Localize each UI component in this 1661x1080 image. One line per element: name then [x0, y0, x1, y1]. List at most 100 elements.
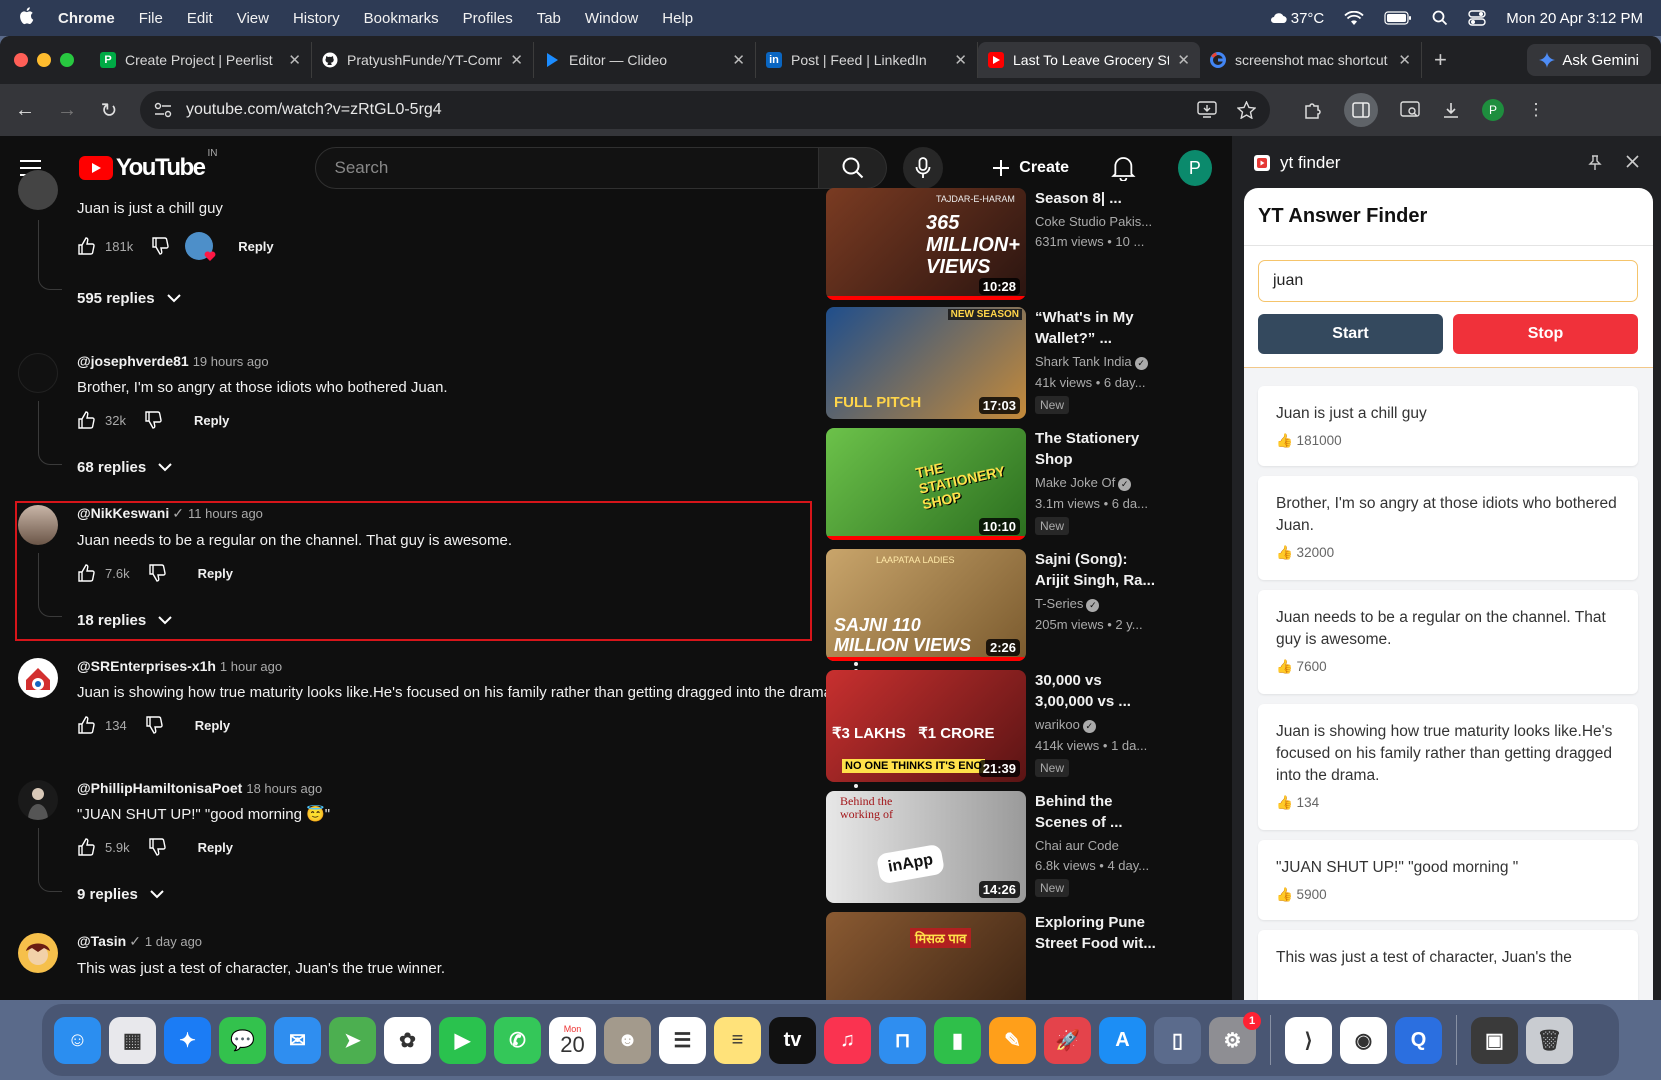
dock-launchpad-icon[interactable]: ▦	[109, 1016, 156, 1064]
like-thumb-icon[interactable]	[77, 411, 95, 429]
related-video[interactable]: TAJDAR-E-HARAM 365 MILLION+ VIEWS 10:28 …	[826, 188, 1166, 300]
menu-window[interactable]: Window	[585, 10, 638, 27]
dock-finder-icon[interactable]: ☺	[54, 1016, 101, 1064]
menu-clock[interactable]: Mon 20 Apr 3:12 PM	[1506, 10, 1643, 27]
dock-reminders-icon[interactable]: ☰	[659, 1016, 706, 1064]
video-title[interactable]: The Stationery Shop	[1035, 428, 1163, 470]
tab-github[interactable]: PratyushFunde/YT-Comments ✕	[312, 42, 534, 78]
menu-help[interactable]: Help	[662, 10, 693, 27]
close-tab-icon[interactable]: ✕	[288, 51, 301, 69]
site-settings-icon[interactable]	[154, 102, 172, 118]
video-title[interactable]: 30,000 vs 3,00,000 vs ...	[1035, 670, 1163, 712]
dock-app-store-icon[interactable]: A	[1099, 1016, 1146, 1064]
reply-button[interactable]: Reply	[238, 239, 273, 254]
youtube-logo[interactable]: YouTube IN	[78, 148, 217, 182]
dock-phone-icon[interactable]: ✆	[494, 1016, 541, 1064]
menu-edit[interactable]: Edit	[187, 10, 213, 27]
related-video[interactable]: ₹3 LAKHS ₹1 CRORE NO ONE THINKS IT'S ENO…	[826, 670, 1166, 782]
menu-tab[interactable]: Tab	[537, 10, 561, 27]
new-tab-plus-icon[interactable]: +	[1434, 47, 1447, 73]
extensions-puzzle-icon[interactable]	[1302, 100, 1322, 120]
close-tab-icon[interactable]: ✕	[510, 51, 523, 69]
video-thumbnail[interactable]: मिसळ पाव	[826, 912, 1026, 1000]
menu-file[interactable]: File	[139, 10, 163, 27]
keyword-input[interactable]: juan	[1258, 260, 1638, 302]
comment-author[interactable]: @PhillipHamiltonisaPoet	[77, 780, 242, 796]
view-replies-button[interactable]: 595 replies	[77, 290, 837, 307]
dock-chrome-icon[interactable]: ◉	[1340, 1016, 1387, 1064]
view-replies-button[interactable]: 68 replies	[77, 459, 837, 476]
dislike-thumb-icon[interactable]	[148, 838, 166, 856]
like-thumb-icon[interactable]	[77, 237, 95, 255]
dock-keynote-icon[interactable]: ⊓	[879, 1016, 926, 1064]
bookmark-star-icon[interactable]	[1237, 101, 1256, 119]
tab-peerlist[interactable]: P Create Project | Peerlist ✕	[90, 42, 312, 78]
video-channel[interactable]: T-Series ✓	[1035, 596, 1163, 612]
start-button[interactable]: Start	[1258, 314, 1443, 354]
dock-mail-icon[interactable]: ✉	[274, 1016, 321, 1064]
downloads-icon[interactable]	[1442, 101, 1460, 119]
close-tab-icon[interactable]: ✕	[732, 51, 745, 69]
dock-pages-icon[interactable]: ✎	[989, 1016, 1036, 1064]
comment-author[interactable]: @SREnterprises-x1h	[77, 658, 216, 674]
close-panel-icon[interactable]	[1626, 155, 1639, 168]
tab-clideo[interactable]: Editor — Clideo ✕	[534, 42, 756, 78]
address-bar[interactable]: youtube.com/watch?v=zRtGL0-5rg4	[140, 91, 1270, 129]
dock-safari-icon[interactable]: ✦	[164, 1016, 211, 1064]
video-thumbnail[interactable]: Behind the working of inApp 14:26	[826, 791, 1026, 903]
dock-tv-icon[interactable]: tv	[769, 1016, 816, 1064]
menu-view[interactable]: View	[237, 10, 269, 27]
like-thumb-icon[interactable]	[77, 838, 95, 856]
menu-profiles[interactable]: Profiles	[463, 10, 513, 27]
youtube-account-avatar[interactable]: P	[1177, 150, 1212, 186]
video-channel[interactable]: Make Joke Of ✓	[1035, 475, 1163, 491]
menu-history[interactable]: History	[293, 10, 340, 27]
ask-gemini-button[interactable]: Ask Gemini	[1527, 44, 1651, 76]
dock-messages-icon[interactable]: 💬	[219, 1016, 266, 1064]
video-title[interactable]: Sajni (Song): Arijit Singh, Ra...	[1035, 549, 1163, 591]
video-thumbnail[interactable]: LAAPATAA LADIES SAJNI 110 MILLION VIEWS …	[826, 549, 1026, 661]
control-center-icon[interactable]	[1468, 10, 1486, 26]
install-app-icon[interactable]	[1197, 101, 1217, 119]
video-title[interactable]: Behind the Scenes of ...	[1035, 791, 1163, 833]
dislike-thumb-icon[interactable]	[145, 716, 163, 734]
menu-app-name[interactable]: Chrome	[58, 10, 115, 27]
dock-vscode-icon[interactable]: ⟩	[1285, 1016, 1332, 1064]
back-arrow-icon[interactable]: ←	[14, 99, 36, 122]
create-button[interactable]: Create	[981, 148, 1079, 188]
related-video[interactable]: THE STATIONERY SHOP 10:10 The Stationery…	[826, 428, 1166, 540]
video-title[interactable]: Exploring Pune Street Food wit...	[1035, 912, 1163, 954]
reply-button[interactable]: Reply	[195, 718, 230, 733]
tab-linkedin[interactable]: in Post | Feed | LinkedIn ✕	[756, 42, 978, 78]
video-thumbnail[interactable]: TAJDAR-E-HARAM 365 MILLION+ VIEWS 10:28	[826, 188, 1026, 300]
dock-maps-icon[interactable]: ➤	[329, 1016, 376, 1064]
video-title[interactable]: Season 8| ...	[1035, 188, 1163, 209]
video-thumbnail[interactable]: NEW SEASON FULL PITCH 17:03	[826, 307, 1026, 419]
battery-icon[interactable]	[1384, 11, 1412, 25]
video-channel[interactable]: warikoo ✓	[1035, 717, 1163, 733]
commenter-avatar[interactable]	[18, 933, 58, 973]
commenter-avatar[interactable]	[18, 780, 58, 820]
comment-author[interactable]: @josephverde81	[77, 353, 189, 369]
browser-profile-avatar[interactable]: P	[1482, 99, 1504, 121]
dock-simulator-icon[interactable]: ▯	[1154, 1016, 1201, 1064]
dock-system-settings-icon[interactable]: ⚙ 1	[1209, 1011, 1261, 1064]
pin-icon[interactable]	[1588, 155, 1602, 171]
video-channel[interactable]: Chai aur Code	[1035, 838, 1163, 853]
menu-bookmarks[interactable]: Bookmarks	[364, 10, 439, 27]
video-title[interactable]: “What's in My Wallet?” ...	[1035, 307, 1163, 349]
dock-photos-icon[interactable]: ✿	[384, 1016, 431, 1064]
dislike-thumb-icon[interactable]	[151, 237, 169, 255]
reload-icon[interactable]: ↻	[98, 98, 120, 123]
dock-music-icon[interactable]: ♫	[824, 1016, 871, 1064]
video-thumbnail[interactable]: ₹3 LAKHS ₹1 CRORE NO ONE THINKS IT'S ENO…	[826, 670, 1026, 782]
forward-arrow-icon[interactable]: →	[56, 99, 78, 122]
zoom-window-button[interactable]	[60, 53, 74, 67]
dock-calendar-icon[interactable]: Mon 20	[549, 1016, 596, 1064]
commenter-avatar[interactable]	[18, 658, 58, 698]
video-thumbnail[interactable]: THE STATIONERY SHOP 10:10	[826, 428, 1026, 540]
stop-button[interactable]: Stop	[1453, 314, 1638, 354]
side-panel-icon[interactable]	[1344, 93, 1378, 127]
reply-button[interactable]: Reply	[194, 413, 229, 428]
weather-widget[interactable]: 37°C	[1269, 10, 1324, 27]
